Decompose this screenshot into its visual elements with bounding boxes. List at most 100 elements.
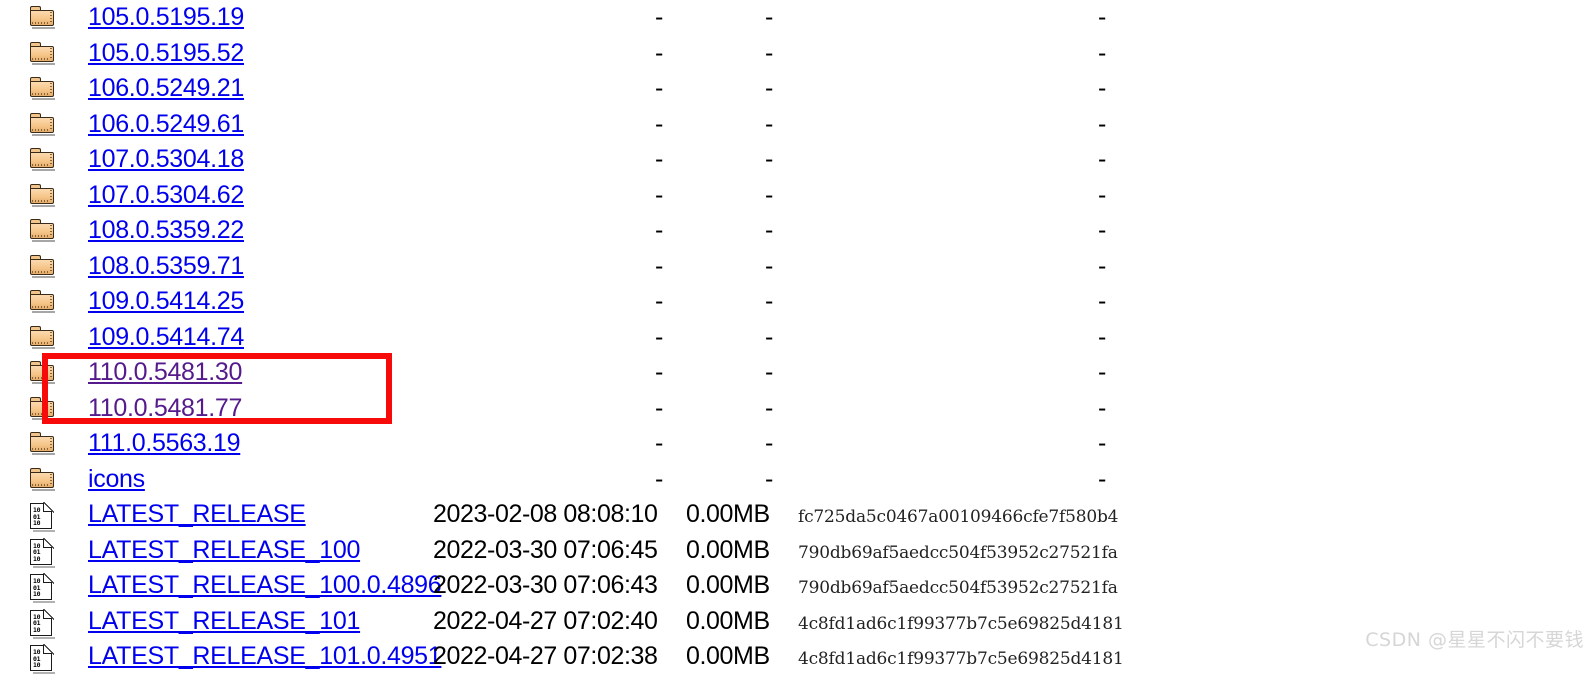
empty-column-placeholder: - [765, 251, 774, 280]
folder-glyph [30, 396, 55, 420]
modified-date: 2023-02-08 08:08:10 [433, 500, 658, 528]
empty-column-placeholder: - [655, 38, 664, 67]
folder-icon[interactable] [30, 41, 56, 66]
entry-link[interactable]: 105.0.5195.52 [88, 36, 244, 72]
folder-icon[interactable] [30, 183, 56, 208]
binary-file-icon[interactable]: 10 01 10 [30, 644, 56, 674]
empty-column-placeholder: - [1098, 38, 1107, 67]
directory-row: 111.0.5563.19 - - - [0, 426, 1596, 462]
folder-glyph [30, 432, 55, 455]
directory-row: 110.0.5481.77 - - - [0, 391, 1596, 427]
empty-column-placeholder: - [765, 464, 774, 493]
binary-file-icon[interactable]: 10 01 10 [30, 502, 56, 532]
entry-link[interactable]: LATEST_RELEASE_100 [88, 533, 360, 569]
file-size: 0.00MB [686, 606, 770, 635]
directory-row: 110.0.5481.30 - - - [0, 355, 1596, 391]
binary-file-icon[interactable]: 10 01 10 [30, 608, 56, 639]
empty-column-placeholder: - [765, 287, 774, 315]
folder-icon[interactable] [30, 467, 56, 492]
empty-column-placeholder: - [1098, 180, 1107, 209]
entry-link[interactable]: icons [88, 462, 145, 498]
empty-column-placeholder: - [655, 74, 664, 102]
empty-column-placeholder: - [1098, 251, 1107, 280]
empty-column-placeholder: - [1098, 145, 1107, 173]
directory-row: icons - - - [0, 462, 1596, 498]
binary-file-icon[interactable]: 10 01 10 [30, 537, 56, 568]
empty-column-placeholder: - [1098, 74, 1107, 102]
folder-glyph [30, 254, 55, 278]
file-checksum: 4c8fd1ad6c1f99377b7c5e69825d4181 [798, 649, 1124, 669]
empty-column-placeholder: - [765, 429, 774, 457]
folder-icon[interactable] [30, 396, 56, 421]
file-row: 10 01 10 LATEST_RELEASE_100.0.4896 2022-03-3… [0, 568, 1596, 604]
binary-file-glyph: 10 01 10 [30, 573, 55, 603]
entry-link[interactable]: 109.0.5414.74 [88, 320, 244, 356]
folder-icon[interactable] [30, 6, 56, 30]
entry-link[interactable]: 106.0.5249.21 [88, 71, 244, 107]
file-row: 10 01 10 LATEST_RELEASE_101 2022-04-27 07:02… [0, 604, 1596, 640]
directory-row: 108.0.5359.71 - - - [0, 249, 1596, 285]
file-row: 10 01 10 LATEST_RELEASE_100 2022-03-30 07:06… [0, 533, 1596, 569]
folder-icon[interactable] [30, 432, 56, 456]
folder-glyph [30, 183, 55, 207]
directory-listing: 105.0.5195.19- - -105.0.5195.52- - -106.0.52… [0, 0, 1596, 675]
empty-column-placeholder: - [655, 3, 664, 31]
modified-date: 2022-04-27 07:02:38 [433, 642, 658, 670]
empty-column-placeholder: - [765, 322, 774, 351]
empty-column-placeholder: - [765, 216, 774, 244]
empty-column-placeholder: - [1098, 358, 1107, 386]
directory-row: 107.0.5304.18 - - - [0, 142, 1596, 178]
folder-glyph [30, 219, 55, 242]
empty-column-placeholder: - [655, 145, 664, 173]
file-row: 10 01 10 LATEST_RELEASE_101.0.4951 2022-04-2… [0, 639, 1596, 675]
folder-icon[interactable] [30, 361, 56, 385]
folder-icon[interactable] [30, 219, 56, 243]
folder-glyph [30, 290, 55, 313]
entry-link[interactable]: LATEST_RELEASE [88, 497, 306, 533]
folder-icon[interactable] [30, 148, 56, 172]
entry-link[interactable]: LATEST_RELEASE_100.0.4896 [88, 568, 442, 604]
empty-column-placeholder: - [765, 109, 774, 138]
entry-link[interactable]: 108.0.5359.22 [88, 213, 244, 249]
entry-link[interactable]: LATEST_RELEASE_101.0.4951 [88, 639, 442, 675]
empty-column-placeholder: - [655, 287, 664, 315]
empty-column-placeholder: - [655, 464, 664, 493]
binary-file-icon[interactable]: 10 01 10 [30, 573, 56, 603]
folder-icon[interactable] [30, 325, 56, 350]
empty-column-placeholder: - [765, 393, 774, 422]
empty-column-placeholder: - [655, 393, 664, 422]
empty-column-placeholder: - [1098, 464, 1107, 493]
folder-glyph [30, 6, 55, 29]
file-checksum: fc725da5c0467a00109466cfe7f580b4 [798, 507, 1119, 527]
directory-row: 109.0.5414.25 - - - [0, 284, 1596, 320]
empty-column-placeholder: - [765, 74, 774, 102]
empty-column-placeholder: - [655, 251, 664, 280]
entry-link[interactable]: 105.0.5195.19 [88, 0, 244, 36]
folder-icon[interactable] [30, 254, 56, 279]
folder-icon[interactable] [30, 112, 56, 137]
entry-link[interactable]: 110.0.5481.30 [88, 355, 242, 391]
empty-column-placeholder: - [655, 429, 664, 457]
binary-file-glyph: 10 01 10 [30, 502, 55, 532]
folder-icon[interactable] [30, 77, 56, 101]
directory-row: 108.0.5359.22 - - - [0, 213, 1596, 249]
entry-link[interactable]: 106.0.5249.61 [88, 107, 244, 143]
entry-link[interactable]: 109.0.5414.25 [88, 284, 244, 320]
folder-icon[interactable] [30, 290, 56, 314]
entry-link[interactable]: 110.0.5481.77 [88, 391, 242, 427]
file-size: 0.00MB [686, 535, 770, 564]
entry-link[interactable]: LATEST_RELEASE_101 [88, 604, 360, 640]
folder-glyph [30, 467, 55, 491]
directory-row: 107.0.5304.62 - - - [0, 178, 1596, 214]
empty-column-placeholder: - [765, 358, 774, 386]
entry-link[interactable]: 111.0.5563.19 [88, 426, 241, 462]
entry-link[interactable]: 107.0.5304.18 [88, 142, 244, 178]
entry-link[interactable]: 108.0.5359.71 [88, 249, 244, 285]
empty-column-placeholder: - [1098, 287, 1107, 315]
directory-row: 106.0.5249.21 - - - [0, 71, 1596, 107]
entry-link[interactable]: 107.0.5304.62 [88, 178, 244, 214]
directory-row: 106.0.5249.61 - - - [0, 107, 1596, 143]
directory-row: 109.0.5414.74 - - - [0, 320, 1596, 356]
file-checksum: 790db69af5aedcc504f53952c27521fa [798, 542, 1118, 563]
watermark: CSDN @星星不闪不要钱 [1365, 629, 1584, 651]
